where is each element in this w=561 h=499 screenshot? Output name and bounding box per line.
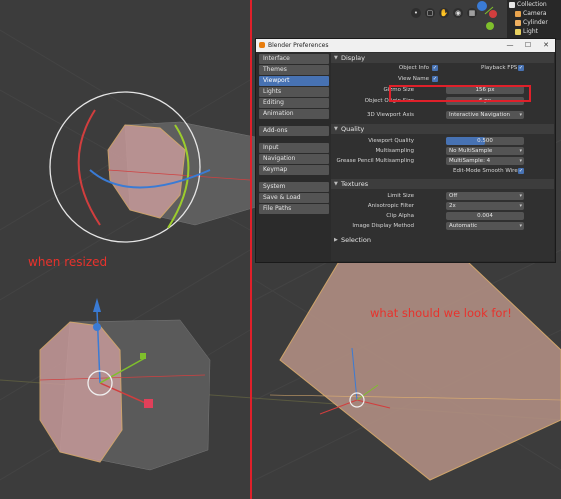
cylinder-bottom [39,319,211,471]
outliner-item-label: Camera [523,10,547,17]
viewport-axis-value: Interactive Navigation [449,112,511,118]
chevron-down-icon: ▾ [519,193,522,199]
collection-icon [509,1,515,8]
preferences-window: Blender Preferences — ☐ ✕ Interface Them… [255,38,556,263]
gizmo-size-highlight [389,85,531,102]
outliner-item[interactable]: Camera [507,9,561,18]
gp-multisampling-label: Grease Pencil Multisampling [336,158,414,164]
viewport-button-1[interactable]: • [411,8,421,18]
sidebar-item-keymap[interactable]: Keymap [259,165,329,175]
grid-view-icon[interactable]: ▦ [467,8,477,18]
anisotropic-label: Anisotropic Filter [367,203,414,209]
light-icon [515,28,521,35]
sidebar-item-editing[interactable]: Editing [259,98,329,108]
limit-size-label: Limit Size [387,193,414,199]
minimize-button[interactable]: — [501,39,519,52]
hand-pan-icon[interactable]: ✋ [439,8,449,18]
outliner-item-label: Collection [517,1,547,8]
panel-title: Textures [341,180,369,188]
object-info-label: Object Info [398,65,429,71]
image-display-value: Automatic [449,223,478,229]
outliner-item-label: Light [523,28,538,35]
expand-arrow-icon: ▼ [334,55,338,61]
sidebar-item-system[interactable]: System [259,182,329,192]
chevron-down-icon: ▾ [519,148,522,154]
expand-arrow-icon: ▼ [334,126,338,132]
chevron-down-icon: ▾ [519,203,522,209]
chevron-down-icon: ▾ [519,158,522,164]
display-panel-header[interactable]: ▼ Display [331,53,554,63]
image-display-label: Image Display Method [352,223,414,229]
close-button[interactable]: ✕ [537,39,555,52]
viewport-axis-dropdown[interactable]: Interactive Navigation ▾ [446,111,524,119]
collapse-arrow-icon: ▶ [334,237,338,243]
slider-value: 0.500 [477,138,493,144]
outliner-panel: Collection Camera Cylinder Light [507,0,561,40]
object-info-checkbox[interactable]: ✓ [432,65,438,71]
annotation-when-resized: when resized [28,255,108,269]
blender-logo-icon [259,42,265,48]
playback-fps-label: Playback FPS [481,65,518,71]
clip-alpha-label: Clip Alpha [386,213,414,219]
select-box-icon[interactable]: ▢ [425,8,435,18]
gp-multisampling-value: MultiSample: 4 [449,158,491,164]
anisotropic-value: 2x [449,203,456,209]
outliner-item[interactable]: Collection [507,0,561,9]
mesh-icon [515,19,521,26]
sidebar-item-addons[interactable]: Add-ons [259,126,329,136]
clip-alpha-field[interactable]: 0.004 [446,212,524,220]
selection-panel-header[interactable]: ▶ Selection [331,235,554,245]
panel-title: Display [341,54,365,62]
sidebar-item-interface[interactable]: Interface [259,54,329,64]
sidebar-item-lights[interactable]: Lights [259,87,329,97]
camera-icon [515,10,521,17]
prefs-content: ▼ Display Object Info ✓ Playback FPS ✓ Vi… [331,52,554,261]
sidebar-item-save-load[interactable]: Save & Load [259,193,329,203]
smooth-wires-label: Edit-Mode Smooth Wires [453,168,521,174]
limit-size-value: Off [449,193,458,199]
image-display-dropdown[interactable]: Automatic ▾ [446,222,524,230]
expand-arrow-icon: ▼ [334,181,338,187]
multisampling-value: No MultiSample [449,148,493,154]
maximize-button[interactable]: ☐ [519,39,537,52]
outliner-item-label: Cylinder [523,19,548,26]
multisampling-dropdown[interactable]: No MultiSample ▾ [446,147,524,155]
sidebar-item-input[interactable]: Input [259,143,329,153]
smooth-wires-checkbox[interactable]: ✓ [518,168,524,174]
limit-size-dropdown[interactable]: Off ▾ [446,192,524,200]
viewport-quality-slider[interactable]: 0.500 [446,137,524,145]
outliner-item[interactable]: Cylinder [507,18,561,27]
chevron-down-icon: ▾ [519,223,522,229]
quality-panel-header[interactable]: ▼ Quality [331,124,554,134]
prefs-sidebar: Interface Themes Viewport Lights Editing… [259,54,329,215]
sidebar-item-viewport[interactable]: Viewport [259,76,329,86]
sidebar-item-navigation[interactable]: Navigation [259,154,329,164]
panel-title: Quality [341,125,365,133]
view-name-label: View Name [397,76,429,82]
view-name-checkbox[interactable]: ✓ [432,76,438,82]
viewport-axis-label: 3D Viewport Axis [367,112,414,118]
annotation-look-for: what should we look for! [370,306,512,320]
gp-multisampling-dropdown[interactable]: MultiSample: 4 ▾ [446,157,524,165]
playback-fps-checkbox[interactable]: ✓ [518,65,524,71]
sidebar-item-animation[interactable]: Animation [259,109,329,119]
window-titlebar: Blender Preferences — ☐ ✕ [256,39,555,52]
chevron-down-icon: ▾ [519,112,522,118]
panel-title: Selection [341,236,371,244]
camera-view-icon[interactable]: ◉ [453,8,463,18]
outliner-item[interactable]: Light [507,27,561,36]
multisampling-label: Multisampling [375,148,414,154]
sidebar-item-file-paths[interactable]: File Paths [259,204,329,214]
textures-panel-header[interactable]: ▼ Textures [331,179,554,189]
window-title: Blender Preferences [268,42,329,49]
anisotropic-dropdown[interactable]: 2x ▾ [446,202,524,210]
viewport-quality-label: Viewport Quality [368,138,414,144]
sidebar-item-themes[interactable]: Themes [259,65,329,75]
